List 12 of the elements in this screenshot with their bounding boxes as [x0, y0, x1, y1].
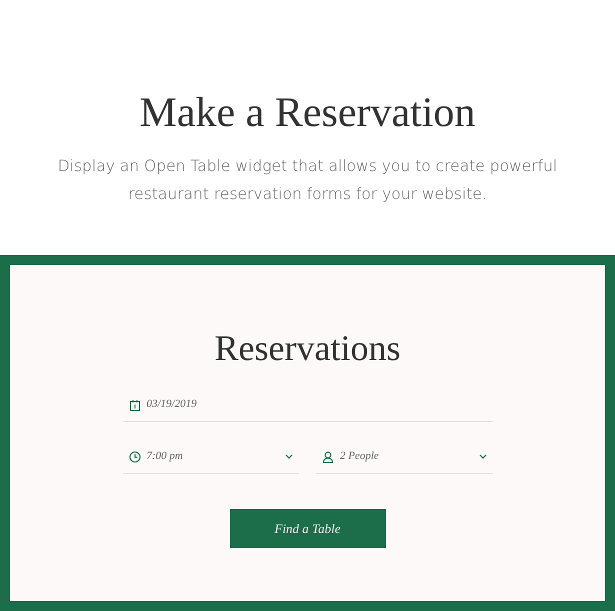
person-icon — [322, 450, 334, 463]
dropdown-field[interactable]: 2 People — [316, 440, 492, 474]
calendar-icon — [128, 398, 140, 411]
dropdown-field[interactable]: 7:00 pm — [122, 440, 299, 474]
clock-icon — [128, 450, 140, 463]
chevron-down-icon — [478, 454, 486, 460]
page-title: Make a Reservation — [138, 89, 476, 138]
find-table-button[interactable]: Find a Table — [230, 509, 386, 548]
widget-title: Reservations — [214, 327, 402, 370]
page-description: Display an Open Table widget that allows you to create powerful restaurant reservation forms for your website. — [58, 156, 558, 206]
date-field[interactable]: 03/19/2019 — [122, 388, 492, 422]
chevron-down-icon — [285, 454, 293, 460]
